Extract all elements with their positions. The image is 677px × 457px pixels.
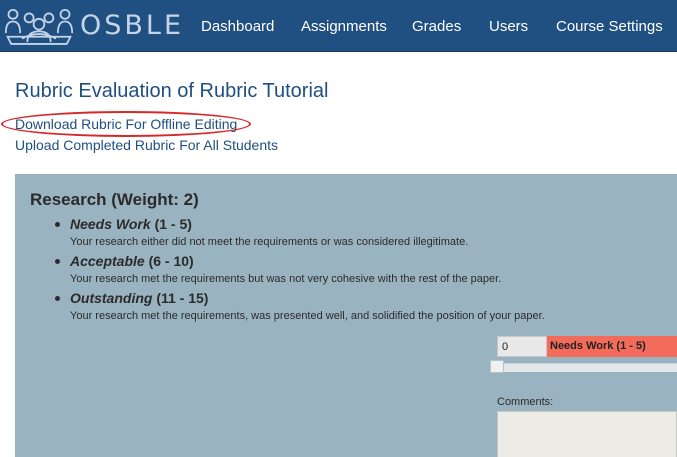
score-level-badge: Needs Work (1 - 5): [547, 336, 677, 357]
level-name: Outstanding: [70, 290, 153, 306]
criterion-title: Research (Weight: 2): [30, 190, 199, 209]
level-name: Acceptable: [70, 253, 145, 269]
level-heading: Acceptable (6 - 10): [70, 253, 501, 270]
level-item: Needs Work (1 - 5) Your research either …: [55, 216, 469, 249]
top-navbar: OSBLE Dashboard Assignments Grades Users…: [0, 0, 677, 52]
osble-logo[interactable]: OSBLE: [4, 3, 184, 49]
brand-name: OSBLE: [79, 10, 184, 41]
level-range: (1 - 5): [154, 216, 192, 232]
people-group-logo-icon: [4, 8, 74, 45]
level-item: Outstanding (11 - 15) Your research met …: [55, 290, 545, 323]
nav-grades[interactable]: Grades: [412, 0, 461, 52]
download-rubric-link[interactable]: Download Rubric For Offline Editing: [15, 116, 237, 132]
nav-dashboard[interactable]: Dashboard: [201, 0, 274, 52]
criterion-panel: Research (Weight: 2) Needs Work (1 - 5) …: [15, 174, 677, 457]
score-slider-handle[interactable]: [490, 360, 504, 373]
comments-textarea[interactable]: [497, 411, 677, 457]
nav-course-settings[interactable]: Course Settings: [556, 0, 663, 52]
level-heading: Needs Work (1 - 5): [70, 216, 468, 233]
bullet: [55, 296, 60, 301]
level-heading: Outstanding (11 - 15): [70, 290, 545, 307]
score-input[interactable]: 0: [497, 336, 547, 357]
bullet: [55, 259, 60, 264]
bullet: [55, 222, 60, 227]
level-name: Needs Work: [70, 216, 151, 232]
level-range: (11 - 15): [156, 290, 209, 306]
level-description: Your research met the requirements but w…: [70, 273, 502, 285]
level-range: (6 - 10): [148, 253, 194, 269]
page-title: Rubric Evaluation of Rubric Tutorial: [15, 80, 329, 102]
level-description: Your research met the requirements, was …: [70, 310, 545, 322]
nav-assignments[interactable]: Assignments: [301, 0, 387, 52]
score-slider-track[interactable]: [503, 363, 677, 372]
level-description: Your research either did not meet the re…: [70, 236, 469, 248]
nav-users[interactable]: Users: [489, 0, 528, 52]
upload-rubric-link[interactable]: Upload Completed Rubric For All Students: [15, 137, 278, 153]
comments-label: Comments:: [497, 396, 554, 408]
level-item: Acceptable (6 - 10) Your research met th…: [55, 253, 502, 286]
